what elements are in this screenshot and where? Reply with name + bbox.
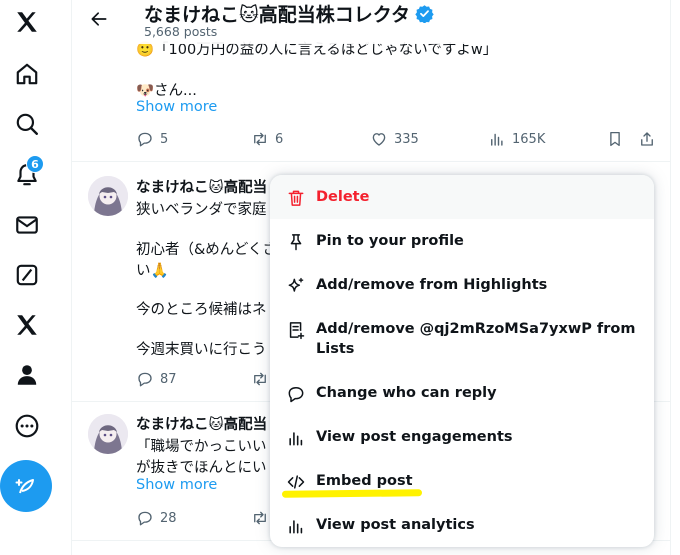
more-icon[interactable]: [7, 406, 47, 446]
post-text-line: い🙏: [136, 263, 169, 279]
list-icon: [289, 322, 305, 340]
like-button[interactable]: 335: [370, 130, 419, 148]
avatar-image: [88, 176, 128, 216]
reply-button[interactable]: 28: [136, 509, 177, 527]
post-text-line: 狭いベランダで家庭: [136, 202, 267, 218]
posts-count: 5,668 posts: [144, 24, 218, 39]
post-text-line: 今週末買いに行こう: [136, 342, 267, 358]
menu-item-delete[interactable]: Delete: [270, 175, 654, 219]
page-title: なまけねこ🐱高配当株コレクタ: [144, 0, 434, 27]
compose-post-button[interactable]: [0, 460, 52, 512]
repost-icon: [254, 372, 266, 386]
chart-bars-icon: [289, 432, 303, 446]
avatar[interactable]: [88, 176, 128, 216]
post-text-line: 初心者（&めんどくさ: [136, 242, 277, 258]
profile-header: なまけねこ🐱高配当株コレクタ 5,668 posts: [72, 0, 670, 44]
post-text-line: 🐶さん...: [136, 83, 197, 99]
menu-item-label: Add/remove @qj2mRzoMSa7yxwP from Lists: [316, 321, 636, 357]
menu-item-highlights[interactable]: Add/remove from Highlights: [270, 263, 654, 307]
trash-icon: [288, 190, 304, 206]
grok-icon[interactable]: [7, 255, 47, 295]
view-count: 165K: [512, 131, 546, 147]
bookmark-button[interactable]: [606, 130, 624, 148]
mail-icon[interactable]: [7, 205, 47, 245]
menu-item-engagements[interactable]: View post engagements: [270, 417, 654, 461]
reply-count: 5: [160, 131, 169, 147]
menu-item-label: Delete: [316, 189, 370, 205]
arrow-left-icon: [91, 12, 107, 26]
profile-name: なまけねこ🐱高配当株コレクタ: [144, 4, 411, 26]
menu-item-embed[interactable]: Embed post: [270, 461, 654, 505]
menu-item-label: View post engagements: [316, 429, 513, 445]
menu-item-label: Embed post: [316, 473, 413, 489]
reply-button[interactable]: 87: [136, 370, 177, 388]
repost-button[interactable]: [251, 370, 269, 388]
bookmark-icon: [610, 131, 620, 147]
post-actions: 5 6 335 165K: [136, 130, 656, 152]
left-navigation: 6: [0, 0, 54, 555]
reply-icon: [138, 372, 152, 387]
share-icon: [641, 132, 653, 146]
views-chart-icon: [491, 133, 503, 146]
reply-button[interactable]: 5: [136, 130, 168, 148]
repost-button[interactable]: [251, 509, 269, 527]
back-button[interactable]: [86, 6, 112, 32]
repost-icon: [254, 132, 266, 146]
highlighter-mark: [281, 489, 423, 498]
reply-icon: [138, 511, 152, 526]
heart-icon: [372, 133, 386, 146]
post-text-line: が抜きでほんとにい: [136, 460, 267, 476]
divider: [72, 161, 670, 162]
post-text-line: 「職場でかっこいい: [136, 439, 267, 455]
feather-plus-icon: [15, 479, 34, 494]
menu-item-lists[interactable]: Add/remove @qj2mRzoMSa7yxwP from Lists: [270, 307, 654, 373]
reply-bubble-icon: [288, 387, 304, 403]
views-button[interactable]: 165K: [488, 130, 545, 148]
notifications-badge: 6: [26, 155, 44, 173]
reply-count: 87: [160, 371, 177, 387]
profile-icon[interactable]: [7, 355, 47, 395]
verified-badge-icon: [415, 5, 434, 23]
menu-item-pin[interactable]: Pin to your profile: [270, 219, 654, 263]
show-more-link[interactable]: Show more: [136, 99, 217, 115]
menu-item-analytics[interactable]: View post analytics: [270, 505, 654, 547]
post-author-name[interactable]: なまけねこ🐱高配当: [136, 413, 267, 434]
repost-icon: [254, 511, 266, 525]
menu-item-label: Pin to your profile: [316, 233, 464, 249]
x-logo-icon[interactable]: [7, 2, 47, 42]
menu-item-reply-settings[interactable]: Change who can reply: [270, 373, 654, 417]
menu-item-label: Add/remove from Highlights: [316, 277, 548, 293]
sparkle-icon: [288, 277, 304, 292]
menu-item-label: Change who can reply: [316, 385, 497, 401]
search-icon[interactable]: [7, 104, 47, 144]
home-icon[interactable]: [7, 54, 47, 94]
pin-icon: [290, 234, 302, 251]
show-more-link[interactable]: Show more: [136, 477, 217, 493]
repost-button[interactable]: 6: [251, 130, 283, 148]
repost-count: 6: [275, 131, 284, 147]
post-author-name[interactable]: なまけねこ🐱高配当: [136, 176, 267, 197]
menu-item-label: View post analytics: [316, 517, 475, 533]
post-text-line: 今のところ候補はネ: [136, 302, 267, 318]
share-button[interactable]: [638, 130, 656, 148]
like-count: 335: [394, 131, 419, 147]
avatar-image: [88, 414, 128, 454]
analytics-icon: [289, 520, 303, 534]
reply-count: 28: [160, 510, 177, 526]
x-premium-icon[interactable]: [7, 305, 47, 345]
avatar[interactable]: [88, 414, 128, 454]
reply-icon: [138, 132, 152, 147]
code-icon: [287, 475, 305, 489]
